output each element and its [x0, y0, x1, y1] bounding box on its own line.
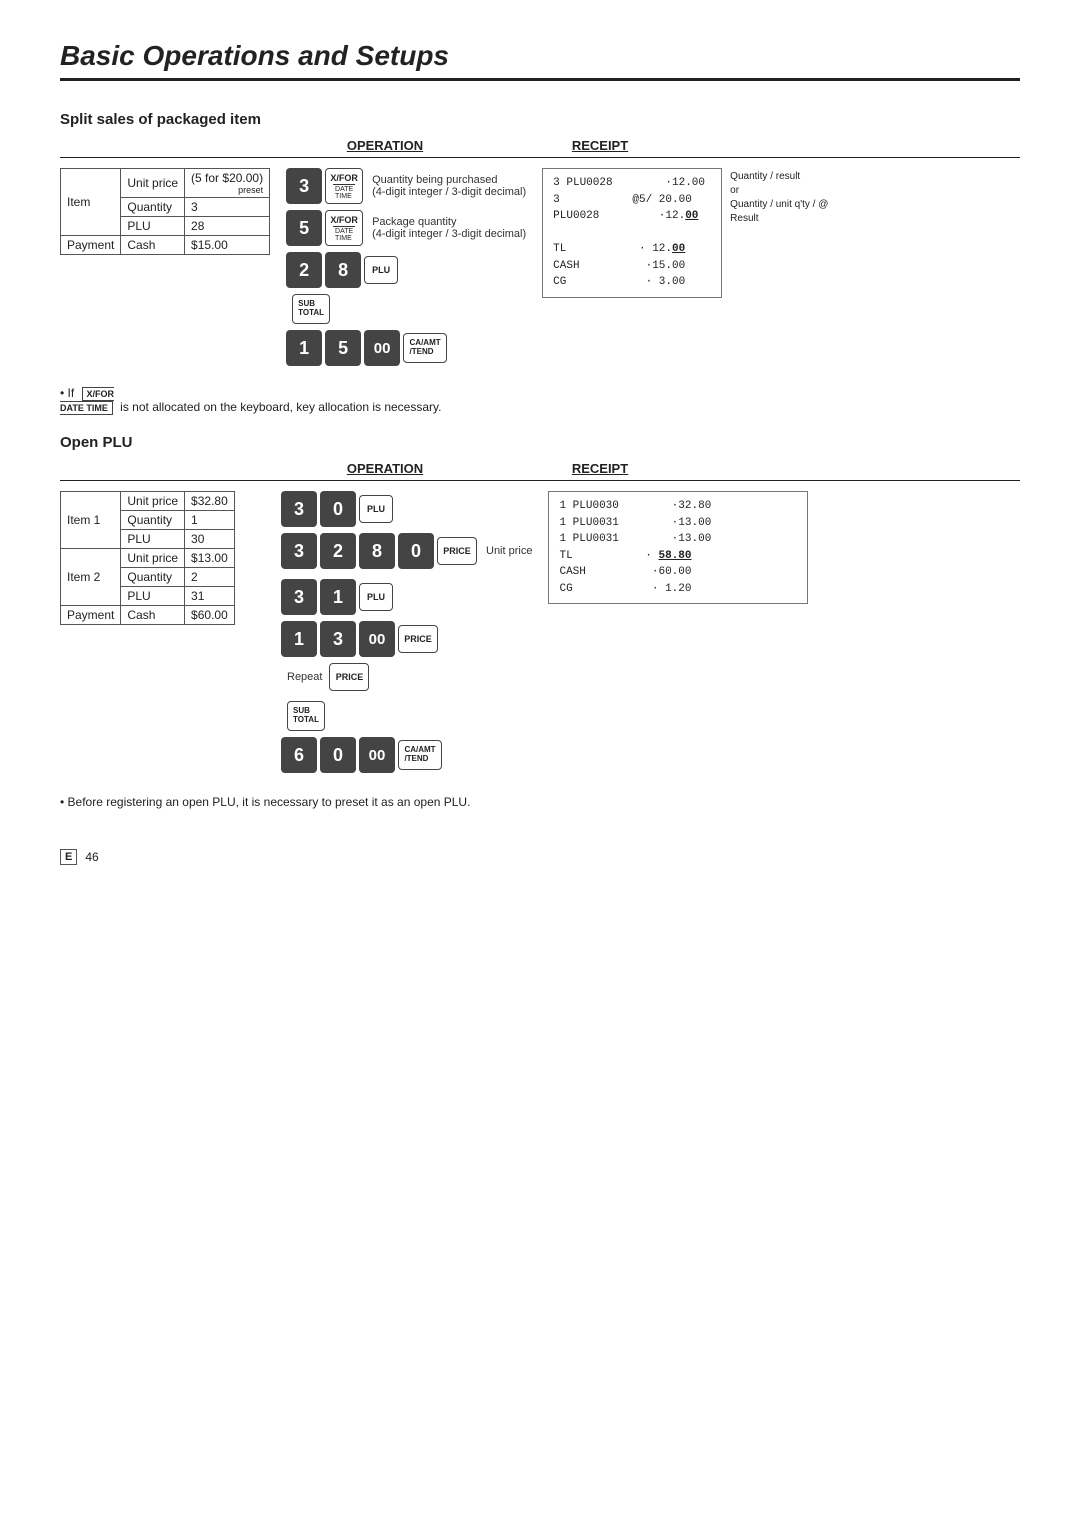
key-price-open2[interactable]: PRICE	[398, 625, 438, 653]
key-5b-split[interactable]: 5	[325, 330, 361, 366]
key-caamt-open[interactable]: CA/AMT/TEND	[398, 740, 442, 770]
key-3d-open[interactable]: 3	[320, 621, 356, 657]
key-0-open[interactable]: 0	[320, 491, 356, 527]
key-5-split[interactable]: 5	[286, 210, 322, 246]
key-caamt-split[interactable]: CA/AMT/TEND	[403, 333, 447, 363]
footer-label: E	[60, 849, 77, 865]
key-1-open[interactable]: 1	[320, 579, 356, 615]
footer-page: 46	[85, 850, 98, 864]
key-subtotal-split[interactable]: SUBTOTAL	[292, 294, 330, 324]
footer: E 46	[60, 849, 1020, 865]
section2-receipt-box: 1 PLU0030 ·32.80 1 PLU0031 ·13.00 1 PLU0…	[548, 491, 808, 604]
key-8-split[interactable]: 8	[325, 252, 361, 288]
key-xfor-1[interactable]: X/FOR DATETIME	[325, 168, 363, 204]
key-3c-open[interactable]: 3	[281, 579, 317, 615]
section2-info-table: Item 1 Unit price $32.80 Quantity 1 PLU …	[60, 491, 265, 625]
key-1-open2[interactable]: 1	[281, 621, 317, 657]
key-00-open[interactable]: 00	[359, 621, 395, 657]
key-subtotal-open[interactable]: SUBTOTAL	[287, 701, 325, 731]
key-plu-open2[interactable]: PLU	[359, 583, 393, 611]
key-8-open[interactable]: 8	[359, 533, 395, 569]
key-plu-split[interactable]: PLU	[364, 256, 398, 284]
key-2-split[interactable]: 2	[286, 252, 322, 288]
receipt-header-1: RECEIPT	[572, 138, 628, 153]
section2-heading: Open PLU	[60, 434, 1020, 451]
page-title: Basic Operations and Setups	[60, 40, 1020, 81]
section2-operation: 3 0 PLU 3 2 8 0 PRICE Unit price 3 1 PLU	[281, 491, 532, 779]
key-1-split[interactable]: 1	[286, 330, 322, 366]
key-3b-open[interactable]: 3	[281, 533, 317, 569]
unit-price-label: Unit price	[486, 545, 532, 557]
key-6-open[interactable]: 6	[281, 737, 317, 773]
key-3-split[interactable]: 3	[286, 168, 322, 204]
step1-annot2: (4-digit integer / 3-digit decimal)	[372, 186, 526, 198]
section2-receipt: 1 PLU0030 ·32.80 1 PLU0031 ·13.00 1 PLU0…	[548, 491, 808, 604]
section1-receipt-annot: Quantity / result or Quantity / unit q't…	[730, 168, 828, 226]
section2-note: • Before registering an open PLU, it is …	[60, 795, 1020, 809]
key-price-open1[interactable]: PRICE	[437, 537, 477, 565]
key-0b-open[interactable]: 0	[398, 533, 434, 569]
key-00-split[interactable]: 00	[364, 330, 400, 366]
key-price-repeat[interactable]: PRICE	[329, 663, 369, 691]
step2-annot1: Package quantity	[372, 216, 526, 228]
section1-receipt: 3 PLU0028 ·12.00 3 @5/ 20.00 PLU0028 ·12…	[542, 168, 842, 298]
step2-annot2: (4-digit integer / 3-digit decimal)	[372, 228, 526, 240]
section-split-sales: Split sales of packaged item OPERATION R…	[60, 111, 1020, 414]
key-xfor-2[interactable]: X/FOR DATETIME	[325, 210, 363, 246]
section-open-plu: Open PLU OPERATION RECEIPT Item 1 Unit p…	[60, 434, 1020, 809]
op-header-1: OPERATION	[347, 138, 423, 153]
section1-note: • If X/FORDATE TIME is not allocated on …	[60, 386, 1020, 414]
key-plu-open1[interactable]: PLU	[359, 495, 393, 523]
receipt-header-2: RECEIPT	[572, 461, 628, 476]
section1-heading: Split sales of packaged item	[60, 111, 1020, 128]
key-2-open[interactable]: 2	[320, 533, 356, 569]
section1-receipt-box: 3 PLU0028 ·12.00 3 @5/ 20.00 PLU0028 ·12…	[542, 168, 722, 298]
key-3-open[interactable]: 3	[281, 491, 317, 527]
step1-annot1: Quantity being purchased	[372, 174, 526, 186]
repeat-label: Repeat	[287, 671, 322, 683]
key-00b-open[interactable]: 00	[359, 737, 395, 773]
key-0c-open[interactable]: 0	[320, 737, 356, 773]
section1-info-table: Item Unit price (5 for $20.00)preset Qua…	[60, 168, 270, 255]
op-header-2: OPERATION	[347, 461, 423, 476]
section1-operation: 3 X/FOR DATETIME Quantity being purchase…	[286, 168, 526, 372]
